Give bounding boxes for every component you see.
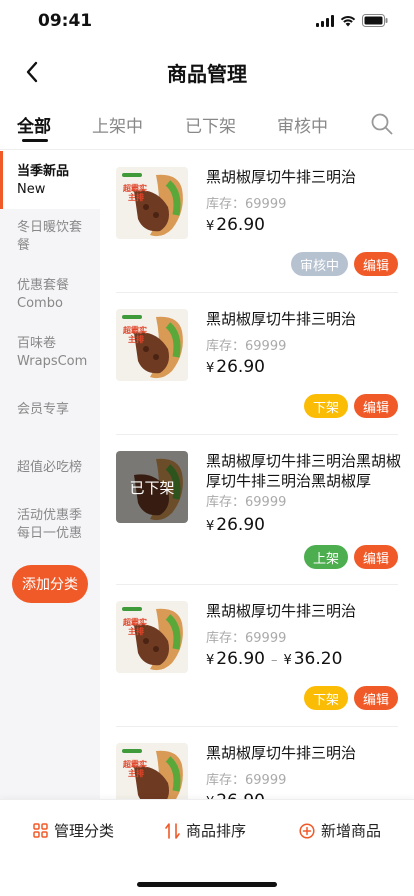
search-button[interactable] bbox=[370, 112, 394, 136]
add-product-button[interactable]: 新增商品 bbox=[299, 820, 381, 841]
product-price: ¥26.90 bbox=[206, 515, 265, 535]
svg-text:主排: 主排 bbox=[128, 626, 144, 636]
category-label-en: Combo bbox=[17, 296, 63, 311]
edit-button[interactable]: 编辑 bbox=[353, 545, 398, 569]
manage-category-button[interactable]: 管理分类 bbox=[33, 820, 114, 841]
product-image: 已下架 bbox=[116, 451, 188, 523]
category-label-en: WrapsCom bbox=[17, 354, 88, 369]
product-actions: 审核中 编辑 bbox=[290, 252, 398, 276]
product-actions: 上架 编辑 bbox=[303, 545, 398, 569]
tab-on-sale[interactable]: 上架中 bbox=[92, 112, 143, 137]
svg-text:超霸实: 超霸实 bbox=[122, 325, 147, 335]
sort-icon bbox=[165, 822, 180, 839]
svg-text:超霸实: 超霸实 bbox=[122, 759, 147, 769]
signal-icon bbox=[316, 14, 334, 27]
off-sale-overlay: 已下架 bbox=[116, 451, 188, 523]
filter-tabs: 全部 上架中 已下架 审核中 bbox=[0, 100, 414, 150]
category-sidebar: 当季新品 New 冬日暖饮套餐 优惠套餐 Combo 百味卷 WrapsCom … bbox=[0, 151, 100, 799]
svg-text:主排: 主排 bbox=[128, 334, 144, 344]
category-label: 百味卷 bbox=[17, 336, 57, 351]
under-review-button[interactable]: 审核中 bbox=[290, 252, 348, 276]
category-item-must-eat[interactable]: 超值必吃榜 bbox=[0, 459, 100, 477]
category-item-wraps[interactable]: 百味卷 WrapsCom bbox=[0, 335, 100, 371]
product-stock: 库存：69999 bbox=[206, 495, 287, 510]
product-item: 超霸实 主排 黑胡椒厚切牛排三明治 库存：69999 ¥26.90– ¥36.20… bbox=[100, 585, 414, 727]
product-actions: 下架 编辑 bbox=[303, 394, 398, 418]
category-label-en: New bbox=[17, 182, 46, 197]
svg-text:主排: 主排 bbox=[128, 768, 144, 778]
svg-text:超霸实: 超霸实 bbox=[122, 183, 147, 193]
product-name: 黑胡椒厚切牛排三明治 bbox=[206, 744, 357, 762]
product-stock: 库存：69999 bbox=[206, 339, 287, 354]
plus-circle-icon bbox=[299, 822, 315, 839]
page-title: 商品管理 bbox=[167, 62, 247, 86]
search-icon bbox=[371, 113, 393, 135]
add-category-button[interactable]: 添加分类 bbox=[12, 565, 88, 603]
product-item: 超霸实 主排 黑胡椒厚切牛排三明治 库存：69999 ¥26.90 下架 编辑 bbox=[100, 293, 414, 435]
product-item: 已下架 黑胡椒厚切牛排三明治黑胡椒厚切牛排三明治黑胡椒厚 库存：69999 ¥2… bbox=[100, 435, 414, 585]
battery-icon bbox=[362, 14, 388, 27]
sandwich-image: 超霸实 主排 bbox=[116, 601, 188, 673]
sort-products-button[interactable]: 商品排序 bbox=[165, 820, 246, 841]
status-time: 09:41 bbox=[38, 11, 93, 31]
product-actions: 下架 编辑 bbox=[303, 686, 398, 710]
product-stock: 库存：69999 bbox=[206, 773, 287, 788]
home-indicator bbox=[137, 882, 277, 887]
wifi-icon bbox=[340, 15, 356, 26]
product-image: 超霸实 主排 bbox=[116, 743, 188, 799]
category-label: 当季新品 bbox=[17, 164, 70, 179]
category-label: 优惠套餐 bbox=[17, 278, 70, 293]
product-image: 超霸实 主排 bbox=[116, 601, 188, 673]
manage-category-label: 管理分类 bbox=[54, 822, 115, 840]
product-item: 超霸实 主排 黑胡椒厚切牛排三明治 库存：69999 ¥26.90 审核中 编辑 bbox=[100, 151, 414, 293]
svg-text:超霸实: 超霸实 bbox=[122, 617, 147, 627]
category-item-member[interactable]: 会员专享 bbox=[0, 401, 100, 419]
sort-products-label: 商品排序 bbox=[186, 822, 247, 840]
product-price: ¥26.90 bbox=[206, 357, 265, 377]
product-image: 超霸实 主排 bbox=[116, 309, 188, 381]
category-item-combo[interactable]: 优惠套餐 Combo bbox=[0, 277, 100, 313]
bottom-action-bar: 管理分类 商品排序 新增商品 bbox=[0, 799, 414, 896]
sandwich-image: 超霸实 主排 bbox=[116, 743, 188, 799]
grid-icon bbox=[33, 823, 48, 838]
nav-bar: 商品管理 bbox=[0, 44, 414, 100]
tab-off-sale[interactable]: 已下架 bbox=[185, 112, 236, 137]
product-name: 黑胡椒厚切牛排三明治黑胡椒厚切牛排三明治黑胡椒厚 bbox=[206, 452, 402, 490]
sandwich-image: 超霸实 主排 bbox=[116, 167, 188, 239]
product-image: 超霸实 主排 bbox=[116, 167, 188, 239]
edit-button[interactable]: 编辑 bbox=[353, 686, 398, 710]
svg-text:主排: 主排 bbox=[128, 192, 144, 202]
tab-all[interactable]: 全部 bbox=[17, 112, 51, 137]
tab-under-review[interactable]: 审核中 bbox=[277, 112, 328, 137]
product-stock: 库存：69999 bbox=[206, 197, 287, 212]
product-price: ¥26.90 bbox=[206, 791, 265, 799]
product-item: 超霸实 主排 黑胡椒厚切牛排三明治 库存：69999 ¥26.90 bbox=[100, 727, 414, 799]
edit-button[interactable]: 编辑 bbox=[353, 394, 398, 418]
edit-button[interactable]: 编辑 bbox=[353, 252, 398, 276]
take-down-button[interactable]: 下架 bbox=[303, 686, 348, 710]
take-down-button[interactable]: 下架 bbox=[303, 394, 348, 418]
product-list: 超霸实 主排 黑胡椒厚切牛排三明治 库存：69999 ¥26.90 审核中 编辑… bbox=[100, 151, 414, 799]
category-item-new[interactable]: 当季新品 New bbox=[0, 151, 100, 209]
status-icons bbox=[316, 14, 388, 27]
put-on-sale-button[interactable]: 上架 bbox=[303, 545, 348, 569]
product-price: ¥26.90 bbox=[206, 215, 265, 235]
category-item-promo[interactable]: 活动优惠季每日一优惠 bbox=[0, 507, 86, 543]
product-name: 黑胡椒厚切牛排三明治 bbox=[206, 168, 357, 186]
product-stock: 库存：69999 bbox=[206, 631, 287, 646]
status-bar: 09:41 bbox=[0, 0, 414, 44]
product-name: 黑胡椒厚切牛排三明治 bbox=[206, 602, 357, 620]
add-product-label: 新增商品 bbox=[321, 822, 382, 840]
product-price-range: ¥26.90– ¥36.20 bbox=[206, 649, 343, 669]
category-item-winter[interactable]: 冬日暖饮套餐 bbox=[0, 219, 86, 255]
tab-active-indicator bbox=[22, 139, 48, 142]
product-name: 黑胡椒厚切牛排三明治 bbox=[206, 310, 357, 328]
sandwich-image: 超霸实 主排 bbox=[116, 309, 188, 381]
